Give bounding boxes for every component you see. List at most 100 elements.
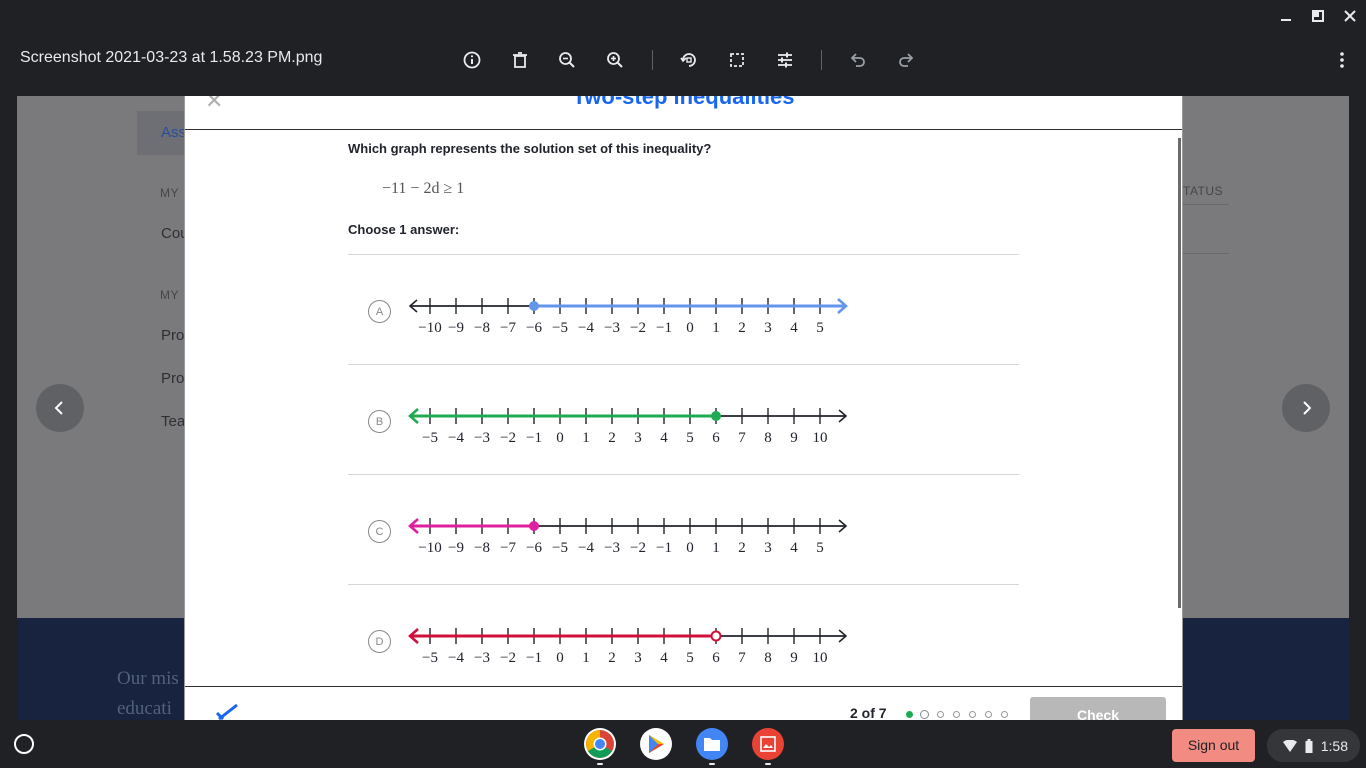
progress-dot [1001, 711, 1008, 718]
tick-label: 4 [790, 540, 798, 556]
answer-choice-c[interactable]: C −10 −9 −8 −7 −6 −5 −4 −3 −2 −1 0 1 2 3 4 5 [348, 476, 1019, 586]
tick-label: 0 [556, 430, 564, 446]
question-text: Which graph represents the solution set … [348, 141, 712, 156]
tick-label: 4 [660, 650, 668, 666]
tick-label: −2 [630, 540, 646, 556]
tick-label: −5 [552, 540, 568, 556]
app-running-indicator [597, 763, 603, 765]
number-line-b: −5 −4 −3 −2 −1 0 1 2 3 4 5 6 7 8 9 10 [408, 408, 848, 446]
delete-icon[interactable] [506, 46, 534, 74]
bg-item: Pro [161, 370, 185, 387]
closed-endpoint [529, 301, 539, 311]
bg-divider [1183, 253, 1229, 254]
tick-label: −10 [418, 320, 441, 336]
tick-label: −7 [500, 540, 516, 556]
tick-label: 9 [790, 650, 798, 666]
maximize-icon[interactable] [1302, 0, 1334, 32]
answer-choice-d[interactable]: D −5 −4 −3 −2 −1 0 1 2 3 4 5 6 7 8 9 10 [348, 586, 1019, 696]
tick-label: 3 [634, 430, 642, 446]
files-icon[interactable] [696, 728, 728, 760]
progress-dot [920, 710, 929, 719]
bg-item: Tea [161, 413, 186, 430]
tick-label: 2 [608, 430, 616, 446]
tick-label: −5 [552, 320, 568, 336]
tick-label: −7 [500, 320, 516, 336]
zoom-in-icon[interactable] [601, 46, 629, 74]
minimize-icon[interactable] [1270, 0, 1302, 32]
choice-letter: D [368, 630, 391, 653]
tick-label: 0 [686, 320, 694, 336]
more-icon[interactable] [1328, 46, 1356, 74]
previous-image-button[interactable] [36, 384, 84, 432]
close-icon[interactable] [1334, 0, 1366, 32]
inequality-expression: −11 − 2d ≥ 1 [382, 180, 465, 197]
tick-label: 1 [582, 650, 590, 666]
tick-label: 2 [608, 650, 616, 666]
bg-tab-fragment: Ass [161, 124, 187, 141]
bg-section-label: MY [160, 186, 179, 200]
file-title: Screenshot 2021-03-23 at 1.58.23 PM.png [20, 49, 323, 66]
zoom-out-icon[interactable] [553, 46, 581, 74]
tick-label: 1 [712, 320, 720, 336]
tick-label: −4 [578, 540, 594, 556]
info-icon[interactable] [458, 46, 486, 74]
tick-label: 3 [634, 650, 642, 666]
toolbar-divider [652, 50, 653, 70]
wifi-icon [1282, 739, 1297, 752]
tick-label: 7 [738, 650, 746, 666]
crop-icon[interactable] [723, 46, 751, 74]
play-store-icon[interactable] [640, 728, 672, 760]
adjust-icon[interactable] [771, 46, 799, 74]
tick-label: 8 [764, 430, 772, 446]
tick-label: 8 [764, 650, 772, 666]
tick-label: 5 [686, 430, 694, 446]
tick-label: −4 [578, 320, 594, 336]
choice-letter: C [368, 520, 391, 543]
tick-label: −9 [448, 320, 464, 336]
choice-letter: A [368, 300, 391, 323]
tick-label: 3 [764, 540, 772, 556]
progress-dot [953, 711, 960, 718]
next-image-button[interactable] [1282, 384, 1330, 432]
tick-label: 6 [712, 430, 720, 446]
progress-dot [906, 711, 913, 718]
answer-choice-b[interactable]: B −5 −4 −3 −2 −1 0 1 2 3 4 5 6 7 8 9 10 [348, 366, 1019, 476]
tick-label: 2 [738, 320, 746, 336]
sign-out-button[interactable]: Sign out [1172, 729, 1255, 762]
tick-label: −2 [500, 650, 516, 666]
redo-icon[interactable] [892, 46, 920, 74]
answer-choice-a[interactable]: A −10 −9 −8 −7 −6 −5 −4 −3 −2 −1 0 1 2 3 4 5 [348, 256, 1019, 366]
bg-footer-text: Our mis [117, 668, 179, 689]
rotate-icon[interactable] [675, 46, 703, 74]
progress-dot [937, 711, 944, 718]
tick-label: 10 [813, 430, 828, 446]
tick-label: −3 [604, 320, 620, 336]
viewer-toolbar: Screenshot 2021-03-23 at 1.58.23 PM.png [0, 32, 1366, 88]
battery-icon [1305, 738, 1313, 753]
progress-dot [985, 711, 992, 718]
check-button[interactable]: Check [1030, 697, 1166, 720]
exercise-modal: ✕ Two-step inequalities Which graph repr… [184, 96, 1183, 720]
tick-label: −2 [630, 320, 646, 336]
status-tray[interactable]: 1:58 [1267, 729, 1360, 762]
scratchpad-icon[interactable] [215, 701, 245, 720]
tick-label: 9 [790, 430, 798, 446]
modal-footer: 2 of 7 Check [185, 686, 1182, 720]
tick-label: −8 [474, 540, 490, 556]
tick-label: 0 [556, 650, 564, 666]
number-line-d: −5 −4 −3 −2 −1 0 1 2 3 4 5 6 7 8 9 10 [408, 628, 848, 666]
tick-label: 7 [738, 430, 746, 446]
launcher-icon[interactable] [14, 734, 34, 754]
gallery-icon[interactable] [752, 728, 784, 760]
chevron-left-icon [54, 401, 63, 415]
chrome-icon[interactable] [584, 728, 616, 760]
toolbar-divider [821, 50, 822, 70]
scrollbar[interactable] [1178, 138, 1181, 608]
divider [348, 584, 1019, 585]
progress-dot [969, 711, 976, 718]
undo-icon[interactable] [844, 46, 872, 74]
tick-label: 2 [738, 540, 746, 556]
modal-header: ✕ Two-step inequalities [185, 96, 1182, 130]
choice-letter: B [368, 410, 391, 433]
tick-label: −1 [656, 540, 672, 556]
